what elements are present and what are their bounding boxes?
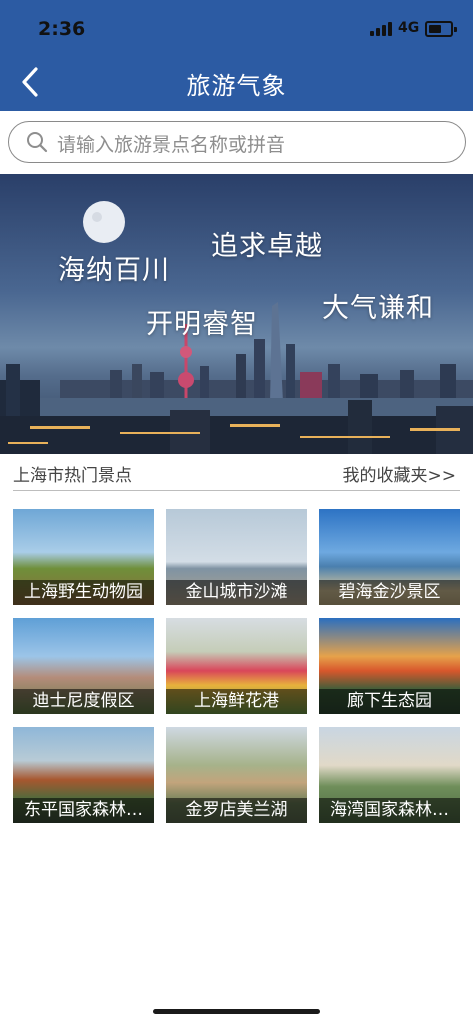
signal-icon xyxy=(370,22,394,36)
spot-card-label: 迪士尼度假区 xyxy=(13,689,154,714)
spot-card-wildlife-park[interactable]: 上海野生动物园 xyxy=(13,509,154,605)
search-input[interactable]: 请输入旅游景点名称或拼音 xyxy=(8,121,466,163)
spot-card-label: 上海野生动物园 xyxy=(13,580,154,605)
spot-card-dongping-forest[interactable]: 东平国家森林… xyxy=(13,727,154,823)
spot-card-label: 海湾国家森林… xyxy=(319,798,460,823)
status-time: 2:36 xyxy=(38,18,86,40)
spot-card-meilan-lake[interactable]: 金罗店美兰湖 xyxy=(166,727,307,823)
status-bar: 2:36 4G xyxy=(0,0,473,50)
spot-card-jinshan-beach[interactable]: 金山城市沙滩 xyxy=(166,509,307,605)
spot-card-bihai-beach[interactable]: 碧海金沙景区 xyxy=(319,509,460,605)
spot-card-label: 碧海金沙景区 xyxy=(319,580,460,605)
banner-slogan-1: 海纳百川 xyxy=(58,255,170,286)
spot-card-disney-resort[interactable]: 迪士尼度假区 xyxy=(13,618,154,714)
top-bar: 2:36 4G 旅游气象 xyxy=(0,0,473,111)
favorites-link[interactable]: 我的收藏夹>> xyxy=(343,461,457,486)
banner-slogan-3: 开明睿智 xyxy=(146,309,258,340)
network-type: 4G xyxy=(398,20,420,36)
banner-slogan-2: 追求卓越 xyxy=(211,231,323,262)
spot-card-langxia-eco-park[interactable]: 廊下生态园 xyxy=(319,618,460,714)
spot-card-label: 金罗店美兰湖 xyxy=(166,798,307,823)
section-title: 上海市热门景点 xyxy=(13,466,132,486)
battery-icon xyxy=(425,21,457,37)
page-title: 旅游气象 xyxy=(186,72,287,100)
banner-slogan-4: 大气谦和 xyxy=(322,293,434,324)
search-placeholder: 请输入旅游景点名称或拼音 xyxy=(57,134,286,156)
spot-card-label: 廊下生态园 xyxy=(319,689,460,714)
search-icon xyxy=(27,132,48,153)
spot-card-label: 上海鲜花港 xyxy=(166,689,307,714)
home-indicator[interactable] xyxy=(153,1009,320,1014)
spot-card-flower-port[interactable]: 上海鲜花港 xyxy=(166,618,307,714)
spot-card-haiwan-forest[interactable]: 海湾国家森林… xyxy=(319,727,460,823)
spot-card-label: 金山城市沙滩 xyxy=(166,580,307,605)
spot-card-label: 东平国家森林… xyxy=(13,798,154,823)
section-divider xyxy=(13,490,460,491)
banner-image: 海纳百川 追求卓越 开明睿智 大气谦和 xyxy=(0,174,473,454)
